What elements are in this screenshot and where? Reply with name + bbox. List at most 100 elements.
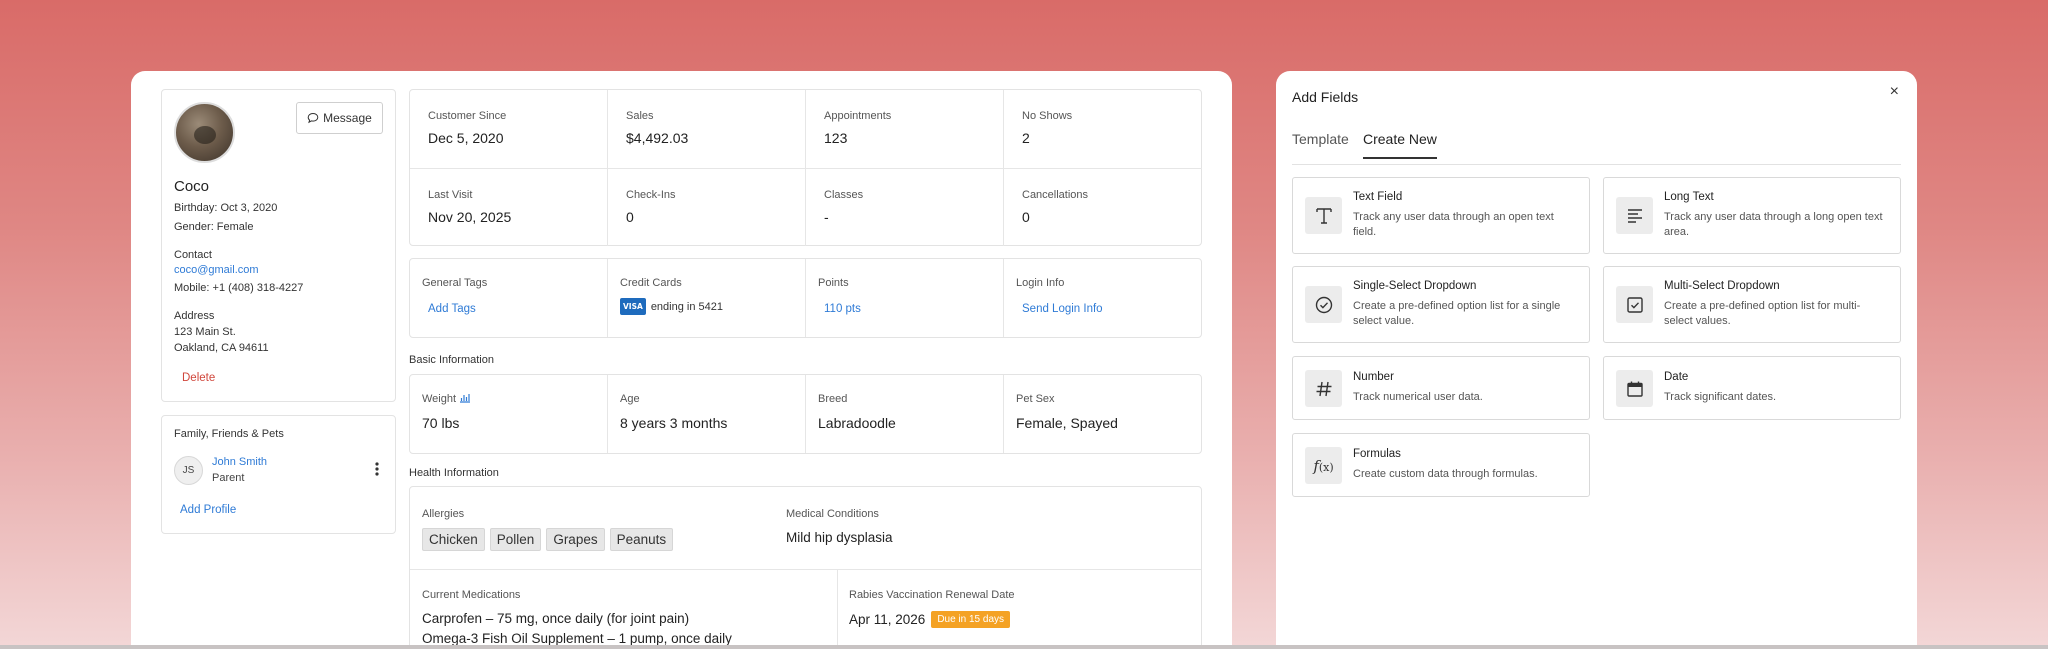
- birthday-text: Birthday: Oct 3, 2020: [174, 202, 278, 214]
- allergies-label: Allergies: [422, 508, 465, 520]
- credit-cards-cell: Credit Cards VISA ending in 5421: [608, 259, 806, 337]
- field-option-number[interactable]: Number Track numerical user data.: [1292, 356, 1590, 420]
- profile-card: Message Coco Birthday: Oct 3, 2020 Gende…: [161, 89, 396, 402]
- account-info-row: General Tags Add Tags Credit Cards VISA …: [409, 258, 1202, 338]
- field-option-name: Long Text: [1664, 191, 1714, 203]
- weight-cell: Weight 70 lbs: [410, 375, 608, 453]
- stat-value: Dec 5, 2020: [428, 130, 504, 146]
- message-button[interactable]: Message: [296, 102, 383, 134]
- family-card: Family, Friends & Pets JS John Smith Par…: [161, 415, 396, 534]
- single-select-icon: [1305, 286, 1342, 323]
- breed-label: Breed: [818, 393, 848, 405]
- credit-cards-label: Credit Cards: [620, 277, 682, 289]
- field-option-long-text[interactable]: Long Text Track any user data through a …: [1603, 177, 1901, 254]
- breed-cell: Breed Labradoodle: [806, 375, 1004, 453]
- general-tags-cell: General Tags Add Tags: [410, 259, 608, 337]
- divider: [837, 569, 838, 645]
- delete-link[interactable]: Delete: [182, 372, 215, 384]
- pet-sex-value: Female, Spayed: [1016, 415, 1118, 431]
- add-tags-link[interactable]: Add Tags: [428, 303, 595, 315]
- stat-label: Sales: [626, 110, 654, 122]
- field-option-name: Multi-Select Dropdown: [1664, 280, 1780, 292]
- field-option-date[interactable]: Date Track significant dates.: [1603, 356, 1901, 420]
- pet-name: Coco: [174, 178, 210, 195]
- divider: [410, 569, 1201, 570]
- medical-conditions-label: Medical Conditions: [786, 508, 879, 520]
- stat-label: Last Visit: [428, 189, 473, 201]
- tab-bar: Template Create New: [1292, 131, 1901, 165]
- stat-classes: Classes -: [806, 168, 1004, 246]
- medications-label: Current Medications: [422, 589, 521, 601]
- family-title: Family, Friends & Pets: [174, 428, 284, 440]
- pet-sex-cell: Pet Sex Female, Spayed: [1004, 375, 1202, 453]
- field-option-name: Text Field: [1353, 191, 1403, 203]
- stat-value: Nov 20, 2025: [428, 209, 512, 225]
- stat-label: Check-Ins: [626, 189, 676, 201]
- stat-label: Appointments: [824, 110, 892, 122]
- medication-item: Carprofen – 75 mg, once daily (for joint…: [422, 611, 690, 626]
- bar-chart-icon[interactable]: [459, 393, 471, 403]
- allergy-tag: Grapes: [546, 528, 605, 551]
- stat-last-visit: Last Visit Nov 20, 2025: [410, 168, 608, 246]
- credit-card-entry[interactable]: VISA ending in 5421: [620, 298, 793, 315]
- card-ending-text: ending in 5421: [650, 300, 723, 313]
- basic-info-card: Weight 70 lbs Age 8 years 3 months Breed…: [409, 374, 1202, 454]
- allergy-tag: Pollen: [489, 528, 542, 551]
- stat-value: 0: [626, 209, 634, 225]
- field-option-name: Single-Select Dropdown: [1353, 280, 1477, 292]
- field-option-desc: Create a pre-defined option list for mul…: [1664, 300, 1861, 327]
- field-option-single-select[interactable]: Single-Select Dropdown Create a pre-defi…: [1292, 266, 1590, 343]
- points-label: Points: [818, 277, 849, 289]
- field-option-name: Number: [1353, 371, 1394, 383]
- rabies-date: Apr 11, 2026: [849, 612, 926, 627]
- field-option-desc: Track any user data through a long open …: [1664, 211, 1883, 238]
- stat-value: -: [824, 209, 829, 225]
- field-option-desc: Create custom data through formulas.: [1353, 468, 1538, 480]
- health-info-card: Allergies Chicken Pollen Grapes Peanuts …: [409, 486, 1202, 645]
- allergy-tags: Chicken Pollen Grapes Peanuts: [422, 528, 674, 551]
- field-option-desc: Track significant dates.: [1664, 391, 1777, 403]
- health-info-title: Health Information: [409, 467, 499, 479]
- rabies-label: Rabies Vaccination Renewal Date: [849, 589, 1015, 601]
- age-value: 8 years 3 months: [620, 415, 728, 431]
- tab-create-new[interactable]: Create New: [1363, 131, 1437, 159]
- stat-label: Customer Since: [428, 110, 507, 122]
- weight-label: Weight: [422, 393, 595, 405]
- stat-label: No Shows: [1022, 110, 1073, 122]
- visa-icon: VISA: [620, 298, 646, 315]
- formula-icon: f(x): [1305, 447, 1342, 484]
- login-info-label: Login Info: [1016, 277, 1065, 289]
- field-option-formulas[interactable]: f(x) Formulas Create custom data through…: [1292, 433, 1590, 497]
- field-option-multi-select[interactable]: Multi-Select Dropdown Create a pre-defin…: [1603, 266, 1901, 343]
- text-field-icon: [1305, 197, 1342, 234]
- chat-bubble-icon: [307, 112, 319, 124]
- email-link[interactable]: coco@gmail.com: [174, 264, 259, 276]
- more-options-icon[interactable]: [375, 462, 379, 476]
- add-profile-link[interactable]: Add Profile: [180, 504, 236, 516]
- field-option-desc: Create a pre-defined option list for a s…: [1353, 300, 1561, 327]
- avatar: [174, 102, 235, 163]
- send-login-info-link[interactable]: Send Login Info: [1022, 303, 1190, 315]
- stat-check-ins: Check-Ins 0: [608, 168, 806, 246]
- long-text-icon: [1616, 197, 1653, 234]
- field-option-desc: Track any user data through an open text…: [1353, 211, 1554, 238]
- address-heading: Address: [174, 310, 215, 322]
- contact-heading: Contact: [174, 249, 212, 261]
- member-name-link[interactable]: John Smith: [212, 456, 267, 468]
- field-option-desc: Track numerical user data.: [1353, 391, 1483, 403]
- stat-no-shows: No Shows 2: [1004, 90, 1202, 168]
- stat-value: 123: [824, 130, 848, 146]
- age-label: Age: [620, 393, 640, 405]
- medication-item: Omega-3 Fish Oil Supplement – 1 pump, on…: [422, 631, 732, 645]
- close-icon[interactable]: ×: [1890, 83, 1899, 101]
- breed-value: Labradoodle: [818, 415, 896, 431]
- weight-label-text: Weight: [422, 393, 457, 405]
- customer-profile-window: Message Coco Birthday: Oct 3, 2020 Gende…: [131, 71, 1232, 645]
- tab-template[interactable]: Template: [1292, 131, 1349, 157]
- login-info-cell: Login Info Send Login Info: [1004, 259, 1202, 337]
- medical-conditions-value: Mild hip dysplasia: [786, 530, 893, 545]
- points-link[interactable]: 110 pts: [824, 303, 991, 315]
- weight-value: 70 lbs: [422, 415, 460, 431]
- age-cell: Age 8 years 3 months: [608, 375, 806, 453]
- field-option-text-field[interactable]: Text Field Track any user data through a…: [1292, 177, 1590, 254]
